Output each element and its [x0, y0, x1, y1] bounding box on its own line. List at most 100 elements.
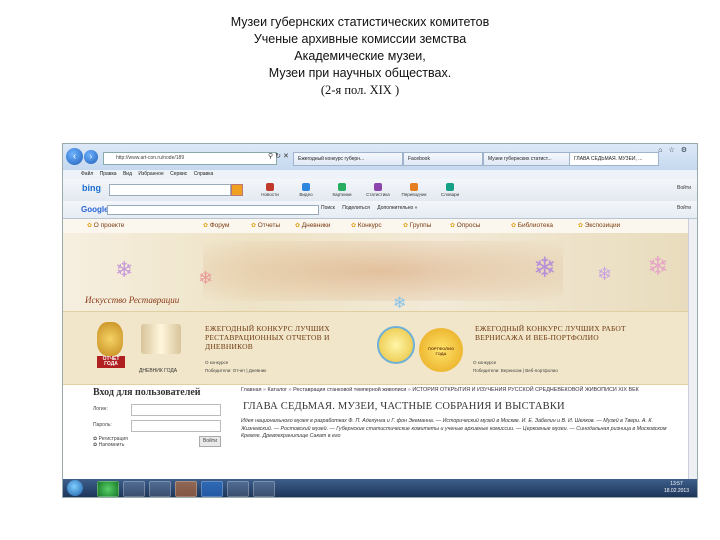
- login-input[interactable]: [131, 404, 221, 416]
- google-logo: Google: [81, 205, 109, 214]
- taskbar-app-word[interactable]: [253, 481, 275, 497]
- menu-favorites[interactable]: Избранное: [138, 171, 163, 177]
- google-search-input[interactable]: [107, 205, 319, 215]
- bing-translator-button[interactable]: Переводчик: [397, 183, 431, 197]
- google-more-button[interactable]: Дополнительно »: [377, 205, 417, 211]
- page-scrollbar[interactable]: [688, 219, 697, 479]
- contest-right-about-link[interactable]: О конкурсе: [473, 360, 496, 365]
- taskbar-clock[interactable]: 13:57 18.02.2013: [664, 481, 689, 495]
- contest-left-about-link[interactable]: О конкурсе: [205, 360, 228, 365]
- nav-reports[interactable]: Отчеты: [251, 219, 280, 233]
- dictionary-icon: [446, 183, 454, 191]
- nav-diaries[interactable]: Дневники: [295, 219, 331, 233]
- clock-date: 18.02.2013: [663, 488, 689, 494]
- bing-signin[interactable]: Войти: [677, 185, 691, 191]
- windows-taskbar: 13:57 18.02.2013: [63, 479, 697, 497]
- heading-line-1: Музеи губернских статистических комитето…: [230, 15, 490, 29]
- address-icons[interactable]: ⚲↻✕: [268, 152, 291, 160]
- bing-images-label: Картинки: [332, 192, 352, 197]
- bing-video-label: Видео: [299, 192, 313, 197]
- breadcrumb: Главная » Каталог » Реставрация станково…: [241, 387, 639, 393]
- menu-view[interactable]: Вид: [123, 171, 132, 177]
- breadcrumb-catalog[interactable]: Каталог: [268, 387, 288, 393]
- bing-images-button[interactable]: Картинки: [325, 183, 359, 197]
- portfolio-of-year-label: ПОРТФОЛИО ГОДА: [427, 346, 455, 356]
- taskbar-app-paint[interactable]: [123, 481, 145, 497]
- login-row: Логин:: [93, 404, 225, 416]
- contest-right-title: ЕЖЕГОДНЫЙ КОНКУРС ЛУЧШИХ РАБОТ ВЕРНИСАЖА…: [475, 324, 626, 342]
- login-label: Логин:: [93, 406, 108, 412]
- slide-heading: Музеи губернских статистических комитето…: [0, 14, 720, 99]
- nav-library[interactable]: Библиотека: [511, 219, 553, 233]
- bing-dictionary-button[interactable]: Словари: [433, 183, 467, 197]
- bing-logo: bing: [82, 183, 101, 193]
- bing-stats-button[interactable]: Статистика: [361, 183, 395, 197]
- taskbar-app-player[interactable]: [175, 481, 197, 497]
- snowflake-icon: ❄: [198, 268, 214, 288]
- column-icon: [141, 324, 181, 354]
- address-bar[interactable]: http://www.art-con.ru/node/189: [103, 152, 277, 165]
- contest-right-winners-link[interactable]: Победители: Вернисаж | Веб-портфолио: [473, 368, 558, 373]
- medal-icon: [97, 322, 123, 356]
- forward-button[interactable]: ›: [84, 150, 98, 164]
- banner-ornament: [203, 241, 563, 301]
- star-icon[interactable]: ☆: [668, 147, 680, 154]
- menu-help[interactable]: Справка: [194, 171, 214, 177]
- bing-search-button[interactable]: [231, 184, 243, 196]
- tab-contest[interactable]: Ежегодный конкурс губерн...: [293, 152, 403, 166]
- bing-stats-label: Статистика: [366, 192, 390, 197]
- back-button[interactable]: ‹: [66, 148, 83, 165]
- refresh-icon[interactable]: ↻: [275, 153, 283, 160]
- stop-icon[interactable]: ✕: [283, 153, 291, 160]
- site-logo[interactable]: Искусство Реставрации: [85, 295, 179, 305]
- google-signin[interactable]: Войти: [677, 205, 691, 211]
- start-button[interactable]: [67, 480, 83, 496]
- menu-file[interactable]: Файл: [81, 171, 93, 177]
- clock-time: 13:57: [670, 481, 683, 487]
- password-row: Пароль:: [93, 420, 225, 432]
- nav-about[interactable]: О проекте: [87, 219, 125, 233]
- nav-groups[interactable]: Группы: [403, 219, 432, 233]
- login-submit-button[interactable]: Войти: [199, 436, 221, 447]
- tab-museums[interactable]: Музеи губернских статист...: [483, 152, 573, 166]
- nav-forum[interactable]: Форум: [203, 219, 230, 233]
- bing-news-button[interactable]: Новости: [253, 183, 287, 197]
- site-banner: ❄ ❄ ❄ ❄ ❄ ❄ Искусство Реставрации: [63, 233, 689, 312]
- chapter-summary: Идея национального музея в разработках Ф…: [241, 418, 667, 439]
- bing-dictionary-label: Словари: [440, 192, 460, 197]
- tab-chapter[interactable]: ГЛАВА СЕДЬМАЯ. МУЗЕИ, ...: [569, 152, 659, 166]
- nav-polls[interactable]: Опросы: [450, 219, 481, 233]
- bing-news-label: Новости: [261, 192, 279, 197]
- breadcrumb-section[interactable]: Реставрация станковой темперной живописи: [293, 387, 406, 393]
- tab-facebook[interactable]: Facebook: [403, 152, 483, 166]
- google-search-button[interactable]: Поиск: [321, 205, 335, 211]
- contest-left-winners-link[interactable]: Победители: Отчет | Дневник: [205, 368, 266, 373]
- window-buttons[interactable]: ⌂☆⚙: [658, 146, 693, 154]
- diary-of-year-label[interactable]: ДНЕВНИК ГОДА: [139, 368, 177, 374]
- google-share-button[interactable]: Поделиться: [342, 205, 370, 211]
- taskbar-app-firefox[interactable]: [227, 481, 249, 497]
- stats-icon: [374, 183, 382, 191]
- login-panel: Вход для пользователей Логин: Пароль: ✿ …: [93, 387, 225, 456]
- menu-tools[interactable]: Сервис: [170, 171, 187, 177]
- taskbar-app-utorrent[interactable]: [97, 481, 119, 497]
- breadcrumb-home[interactable]: Главная: [241, 387, 262, 393]
- video-icon: [302, 183, 310, 191]
- taskbar-app-media[interactable]: [149, 481, 171, 497]
- nav-contest[interactable]: Конкурс: [351, 219, 382, 233]
- bing-search-input[interactable]: [109, 184, 231, 196]
- password-input[interactable]: [131, 420, 221, 432]
- browser-tab-bar: ‹ › http://www.art-con.ru/node/189 ⚲↻✕ Е…: [63, 144, 697, 171]
- gear-icon[interactable]: ⚙: [681, 147, 693, 154]
- report-of-year-badge[interactable]: ОТЧЕТ ГОДА: [97, 356, 125, 368]
- google-toolbar-items: Поиск Поделиться Дополнительно »: [321, 205, 423, 211]
- menu-bar: Файл Правка Вид Избранное Сервис Справка: [63, 170, 697, 179]
- nav-expositions[interactable]: Экспозиции: [578, 219, 621, 233]
- bing-video-button[interactable]: Видео: [289, 183, 323, 197]
- password-label: Пароль:: [93, 422, 112, 428]
- taskbar-app-ie[interactable]: [201, 481, 223, 497]
- menu-edit[interactable]: Правка: [100, 171, 117, 177]
- home-icon[interactable]: ⌂: [658, 147, 668, 154]
- breadcrumb-book[interactable]: ИСТОРИЯ ОТКРЫТИЯ И ИЗУЧЕНИЯ РУССКОЙ СРЕД…: [412, 387, 638, 393]
- site-nav: О проекте Форум Отчеты Дневники Конкурс …: [63, 219, 689, 233]
